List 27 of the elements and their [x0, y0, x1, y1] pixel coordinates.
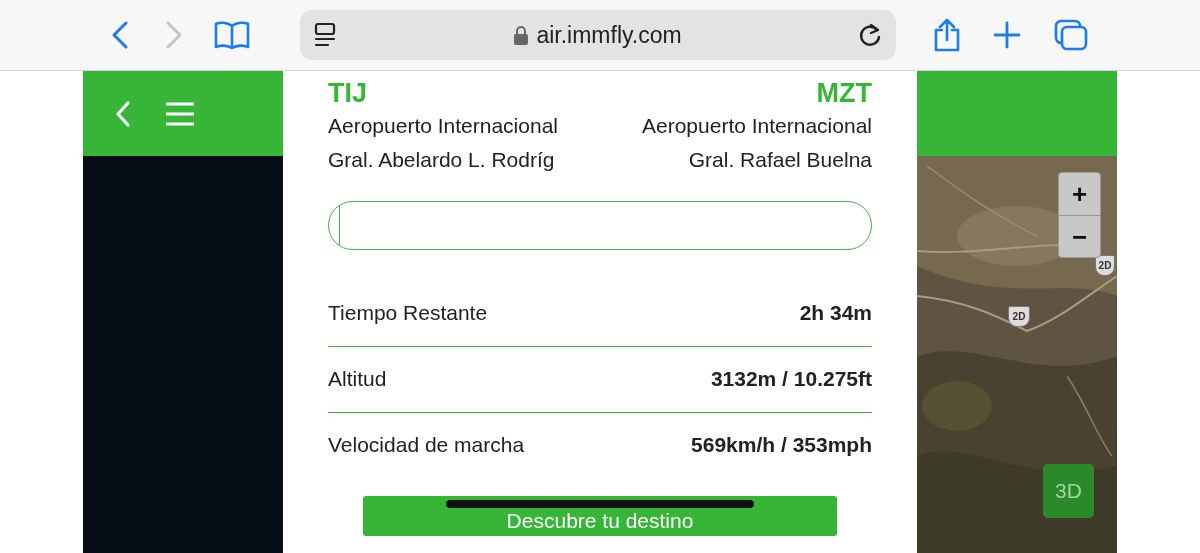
- zoom-in-button[interactable]: +: [1059, 173, 1100, 215]
- stat-label: Altitud: [328, 366, 387, 393]
- road-shield: 2D: [1008, 306, 1030, 327]
- destination-airport-name: Gral. Rafael Buelna: [687, 146, 872, 173]
- new-tab-plus-icon[interactable]: [993, 21, 1021, 49]
- back-chevron-icon[interactable]: [115, 99, 131, 128]
- reader-icon[interactable]: [314, 22, 338, 48]
- url-text: air.immfly.com: [536, 20, 682, 50]
- zoom-out-button[interactable]: −: [1059, 215, 1100, 257]
- back-button[interactable]: [110, 20, 130, 50]
- origin-airport-name: Aeropuerto Internacional: [328, 112, 558, 139]
- origin-code: TIJ: [328, 79, 368, 109]
- stat-label: Tiempo Restante: [328, 299, 488, 326]
- menu-icon[interactable]: [165, 101, 195, 126]
- stat-value: 569km/h / 353mph: [691, 432, 872, 459]
- destination-airport-name: Aeropuerto Internacional: [642, 112, 872, 139]
- stat-value: 2h 34m: [799, 299, 872, 326]
- origin-airport-name: Gral. Abelardo L. Rodríg: [328, 146, 556, 173]
- address-bar[interactable]: air.immfly.com: [300, 10, 896, 60]
- tabs-icon[interactable]: [1054, 19, 1088, 51]
- stat-label: Velocidad de marcha: [328, 432, 525, 459]
- destination-code: MZT: [815, 79, 872, 109]
- lock-icon: [514, 25, 529, 45]
- share-icon[interactable]: [932, 18, 962, 52]
- bookmarks-book-icon[interactable]: [214, 20, 250, 50]
- reload-icon[interactable]: [858, 22, 882, 48]
- stat-value: 3132m / 10.275ft: [710, 366, 872, 393]
